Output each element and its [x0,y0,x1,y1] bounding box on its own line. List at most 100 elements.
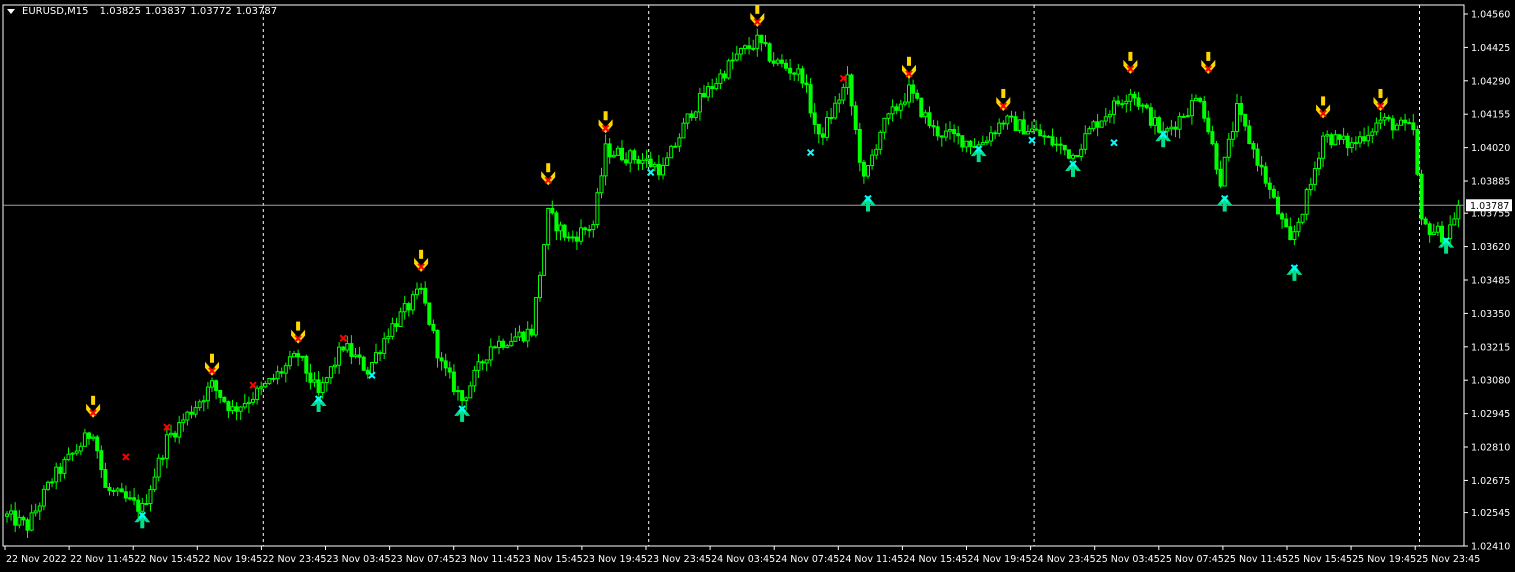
candle-body [169,432,173,436]
candle-body [759,34,764,44]
time-axis: 22 Nov 2022 22 Nov 11:45 22 Nov 15:45 22 No… [4,546,1480,565]
candle-body [927,112,932,127]
buy-arrow-icon [1161,137,1166,148]
candle-body [1329,134,1334,146]
candle-body [156,457,161,478]
candle-body [456,390,460,393]
time-tick-label: 25 Nov 23:45 [1416,554,1480,565]
candle-body [1194,97,1198,102]
candle-body [419,287,424,290]
candle-body [1095,121,1100,128]
candle-body [460,390,465,402]
candle-body [1144,104,1149,109]
candle-body [849,74,854,107]
candle-body [497,340,501,349]
candle-body [177,422,182,438]
candle-body [119,488,124,493]
candle-body [1300,213,1305,223]
candle-body [816,123,821,135]
candle-body [484,359,489,364]
candle-body [1358,136,1362,144]
candle-body [54,466,59,483]
candle-body [911,84,916,94]
candle-body [251,398,255,403]
candle-body [1062,144,1067,151]
candle-body [570,236,575,239]
candle-body [185,411,190,421]
candle-body [328,366,333,379]
candle-body [1058,143,1063,146]
candle-body [857,129,862,163]
candle-body [210,380,214,388]
candle-body [13,510,18,526]
candle-body [611,154,616,158]
candle-body [1009,115,1014,118]
candle-body [989,132,993,142]
time-tick-label: 25 Nov 03:45 [1096,554,1160,565]
candle-body [78,445,83,452]
sell-arrow-icon [210,353,214,363]
price-tick-label: 1.03215 [1471,342,1510,353]
candle-body [189,411,194,415]
candle-body [538,274,542,299]
candle-body [640,159,645,164]
candle-body [890,106,895,115]
candle-body [25,519,30,531]
candle-body [1394,124,1399,131]
candle-body [1411,122,1416,131]
candle-body [238,406,243,412]
candle-body [1181,115,1186,118]
time-tick-label: 24 Nov 07:45 [775,554,839,565]
candle-body [1185,115,1190,118]
candle-body [755,34,760,49]
candle-body [1378,119,1383,124]
candle-body [661,164,665,176]
candle-body [402,303,407,313]
candle-body [415,288,419,296]
candle-body [406,303,411,311]
candle-body [948,129,952,132]
price-tick-label: 1.02675 [1471,476,1510,487]
candle-body [1165,128,1170,132]
candle-body [1222,156,1227,187]
candle-body [898,103,903,111]
price-chart[interactable]: 1.04560 1.04425 1.04290 1.04155 1.04020 1.038… [0,0,1515,572]
candle-body [669,145,674,159]
candle-body [603,143,608,177]
candle-body [472,369,477,387]
candle-body [820,133,825,138]
time-tick-label: 23 Nov 19:45 [583,554,647,565]
time-tick-label: 25 Nov 11:45 [1224,554,1288,565]
candle-body [1312,168,1317,185]
candle-body [521,331,526,342]
candle-body [1374,122,1379,133]
candle-body [111,489,116,492]
candle-body [788,67,793,74]
dropdown-triangle-icon[interactable] [7,9,15,14]
candle-body [825,117,829,138]
candle-body [1140,104,1145,107]
candle-body [1173,126,1178,130]
open-price: 1.03825 [99,6,142,17]
buy-arrow-icon [1222,201,1227,212]
candle-body [427,302,432,325]
candle-body [267,377,272,385]
sell-arrow-icon [91,395,96,405]
candle-body [554,212,559,232]
candle-body [800,68,805,84]
candle-body [636,159,641,164]
candle-body [9,510,14,515]
candle-body [1120,103,1125,106]
candle-body [46,481,50,490]
candle-body [771,60,776,64]
candle-body [443,360,448,369]
candle-body [1079,148,1084,158]
price-tick-label: 1.02410 [1471,542,1510,553]
candle-body [1116,100,1121,105]
candle-body [246,401,251,405]
time-tick-label: 24 Nov 11:45 [839,554,903,565]
candle-body [242,403,247,408]
candle-body [115,488,120,492]
candle-body [386,335,391,340]
candle-body [1304,189,1309,215]
